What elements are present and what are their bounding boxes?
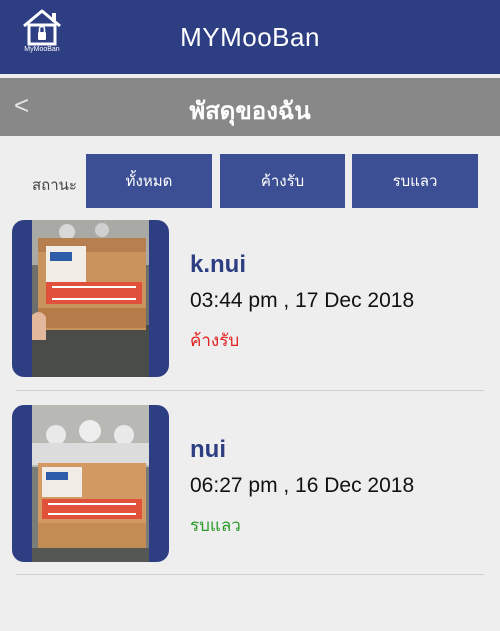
parcel-name: nui xyxy=(190,436,226,463)
app-title: MYMooBan xyxy=(180,22,320,52)
page-title: พัสดุของฉัน xyxy=(189,97,311,125)
parcel-datetime: 06:27 pm , 16 Dec 2018 xyxy=(190,474,415,497)
parcel-status: รบแลว xyxy=(190,516,241,536)
tab-all[interactable]: ทั้งหมด xyxy=(86,154,212,208)
status-label: สถานะ xyxy=(32,176,77,194)
divider xyxy=(16,574,484,575)
tab-pending[interactable]: ค้างรับ xyxy=(220,154,345,208)
list-item[interactable]: nui 06:27 pm , 16 Dec 2018 รบแลว xyxy=(0,400,500,580)
parcel-status: ค้างรับ xyxy=(190,331,240,351)
app-bar: MyMooBan MYMooBan xyxy=(0,0,500,74)
list-item[interactable]: k.nui 03:44 pm , 17 Dec 2018 ค้างรับ xyxy=(0,215,500,395)
parcel-datetime: 03:44 pm , 17 Dec 2018 xyxy=(190,289,415,312)
parcel-name: k.nui xyxy=(190,251,247,278)
tab-received[interactable]: รบแลว xyxy=(352,154,478,208)
parcel-photo xyxy=(12,405,169,562)
parcel-photo xyxy=(12,220,169,377)
divider xyxy=(16,390,484,391)
title-bar: < พัสดุของฉัน xyxy=(0,78,500,136)
